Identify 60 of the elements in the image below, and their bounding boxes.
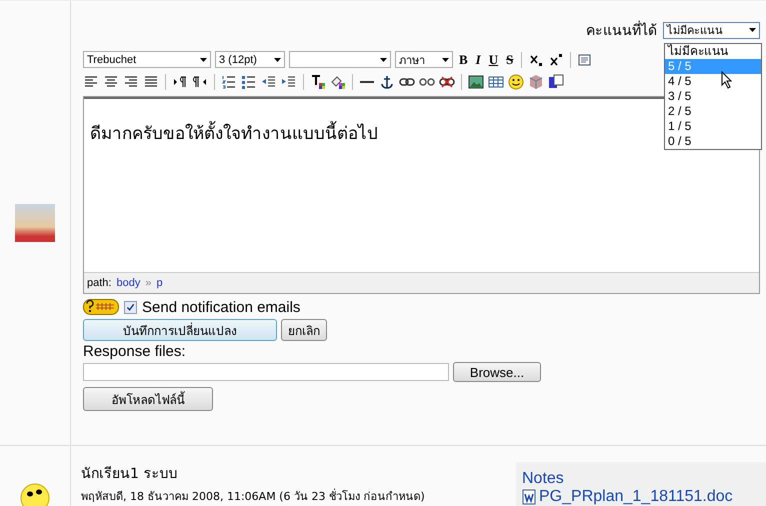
grade-option[interactable]: 4 / 5 bbox=[665, 74, 761, 89]
dropdown-caret-icon bbox=[380, 58, 387, 62]
table-icon[interactable] bbox=[488, 74, 504, 90]
path-link[interactable]: body bbox=[116, 277, 140, 289]
save-changes-button[interactable]: บันทึกการเปลี่ยนแปลง bbox=[83, 319, 277, 341]
remove-link-icon[interactable] bbox=[439, 74, 455, 90]
format-button[interactable]: I bbox=[474, 52, 483, 68]
file-link[interactable]: PG_PRplan_1_181151.doc bbox=[539, 488, 733, 506]
smiley-icon[interactable] bbox=[508, 74, 524, 90]
grade-option[interactable]: 1 / 5 bbox=[665, 119, 761, 134]
notification-label: Send notification emails bbox=[142, 298, 300, 316]
avatar-picture bbox=[15, 204, 55, 242]
fill-color-icon[interactable] bbox=[330, 74, 346, 90]
upload-button[interactable]: อัพโหลดไฟล์นี้ bbox=[83, 387, 213, 411]
text-color-icon[interactable] bbox=[310, 74, 326, 90]
grade-label: คะแนนที่ได้ bbox=[586, 19, 657, 41]
file-path-field[interactable] bbox=[83, 363, 449, 381]
notes-link[interactable]: Notes bbox=[522, 470, 766, 488]
smiley-avatar-icon bbox=[20, 483, 50, 506]
grade-option[interactable]: 0 / 5 bbox=[665, 134, 761, 149]
dropdown-caret-icon bbox=[274, 58, 281, 62]
rtl-icon[interactable] bbox=[192, 74, 208, 90]
indent-icon[interactable] bbox=[281, 74, 297, 90]
word-document-icon bbox=[522, 489, 536, 505]
grade-option[interactable]: 2 / 5 bbox=[665, 104, 761, 119]
document-icon[interactable] bbox=[577, 52, 594, 68]
align-icon[interactable] bbox=[143, 74, 159, 90]
cancel-button[interactable]: ยกเลิก bbox=[281, 319, 327, 341]
numbered-list-icon[interactable] bbox=[221, 74, 237, 90]
format-button[interactable]: B bbox=[457, 52, 470, 68]
student-name: นักเรียน1 ระบบ bbox=[81, 465, 178, 484]
image-icon[interactable] bbox=[468, 74, 484, 90]
dropdown-caret-icon bbox=[749, 28, 756, 32]
dropdown-caret-icon bbox=[200, 58, 207, 62]
dropdown-caret-icon bbox=[442, 58, 449, 62]
response-files-label: Response files: bbox=[83, 343, 187, 360]
path-link[interactable]: p bbox=[156, 277, 163, 289]
path-label: path: bbox=[87, 277, 112, 289]
size-select[interactable]: 3 (12pt) bbox=[215, 51, 285, 68]
outdent-icon[interactable] bbox=[261, 74, 277, 90]
anchor-icon[interactable] bbox=[379, 74, 395, 90]
align-icon[interactable] bbox=[103, 74, 119, 90]
help-badge-icon[interactable] bbox=[83, 299, 119, 315]
cube-icon[interactable] bbox=[528, 74, 544, 90]
align-icon[interactable] bbox=[83, 74, 99, 90]
grade-select[interactable]: ไม่มีคะแนน bbox=[663, 22, 760, 38]
font-select[interactable]: Trebuchet bbox=[83, 51, 211, 68]
format-button[interactable]: U bbox=[486, 52, 500, 68]
bullet-list-icon[interactable] bbox=[241, 74, 257, 90]
notification-checkbox[interactable] bbox=[124, 300, 137, 314]
language-select[interactable]: ภาษา bbox=[395, 51, 453, 68]
grade-option[interactable]: ไม่มีคะแนน bbox=[665, 44, 761, 59]
browse-button[interactable]: Browse... bbox=[453, 362, 541, 382]
superscript-icon[interactable] bbox=[548, 52, 564, 68]
mouse-pointer-icon bbox=[721, 71, 733, 89]
ltr-icon[interactable] bbox=[172, 74, 188, 90]
submission-date: พฤหัสบดี, 18 ธันวาคม 2008, 11:06AM (6 วัน 23 ชั่วโมง ก่อนกำหนด) bbox=[81, 488, 425, 505]
path-separator: » bbox=[145, 277, 152, 289]
align-icon[interactable] bbox=[123, 74, 139, 90]
format-button[interactable]: S bbox=[504, 52, 516, 68]
